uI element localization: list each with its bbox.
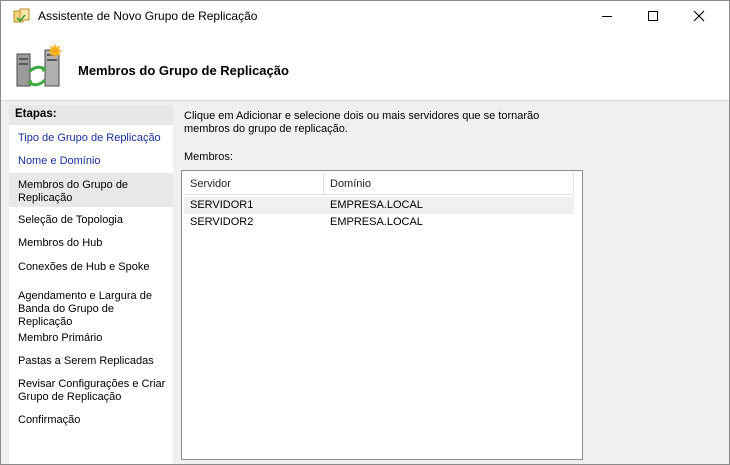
- step-pastas-replicadas: Pastas a Serem Replicadas: [18, 355, 154, 367]
- wizard-header: Membros do Grupo de Replicação: [1, 31, 729, 101]
- wizard-window: Assistente de Novo Grupo de Replicação M…: [0, 0, 730, 465]
- close-icon: [693, 10, 705, 22]
- page-title: Membros do Grupo de Replicação: [78, 63, 289, 78]
- step-selecao-de-topologia: Seleção de Topologia: [18, 214, 123, 226]
- step-revisar-configuracoes: Revisar Configurações e Criar Grupo de R…: [18, 378, 166, 403]
- step-membros-do-grupo: Membros do Grupo de Replicação: [9, 173, 173, 207]
- server-name: SERVIDOR1: [190, 199, 254, 211]
- step-confirmacao: Confirmação: [18, 414, 81, 426]
- maximize-button[interactable]: [630, 1, 676, 31]
- step-conexoes-hub-spoke: Conexões de Hub e Spoke: [18, 261, 150, 273]
- window-title: Assistente de Novo Grupo de Replicação: [38, 9, 258, 23]
- step-nome-e-dominio[interactable]: Nome e Domínio: [9, 155, 173, 168]
- steps-heading: Etapas:: [9, 105, 173, 125]
- step-membro-primario: Membro Primário: [18, 332, 103, 344]
- maximize-icon: [648, 11, 658, 21]
- instructions-text: Clique em Adicionar e selecione dois ou …: [184, 110, 540, 135]
- column-header-servidor[interactable]: Servidor: [184, 173, 324, 195]
- step-membros-do-hub: Membros do Hub: [18, 237, 103, 249]
- server-domain: EMPRESA.LOCAL: [330, 199, 423, 211]
- replication-wizard-icon: [13, 8, 30, 23]
- minimize-button[interactable]: [584, 1, 630, 31]
- title-bar[interactable]: Assistente de Novo Grupo de Replicação: [1, 1, 729, 31]
- table-row[interactable]: SERVIDOR1 EMPRESA.LOCAL: [184, 197, 574, 214]
- step-agendamento-largura-banda: Agendamento e Largura de Banda do Grupo …: [18, 290, 152, 328]
- table-row[interactable]: SERVIDOR2 EMPRESA.LOCAL: [184, 214, 574, 231]
- members-list[interactable]: Servidor Domínio SERVIDOR1 EMPRESA.LOCAL…: [181, 170, 583, 460]
- steps-pane: Etapas: Tipo de Grupo de Replicação Nome…: [9, 105, 173, 464]
- server-domain: EMPRESA.LOCAL: [330, 216, 423, 228]
- close-button[interactable]: [676, 1, 722, 31]
- step-tipo-de-grupo[interactable]: Tipo de Grupo de Replicação: [9, 132, 173, 145]
- server-replication-icon: [16, 44, 62, 87]
- server-name: SERVIDOR2: [190, 216, 254, 228]
- content-area: Clique em Adicionar e selecione dois ou …: [177, 101, 729, 464]
- column-header-dominio[interactable]: Domínio: [324, 173, 574, 195]
- members-label: Membros:: [184, 151, 233, 163]
- list-header: Servidor Domínio: [184, 173, 574, 195]
- minimize-icon: [602, 15, 612, 17]
